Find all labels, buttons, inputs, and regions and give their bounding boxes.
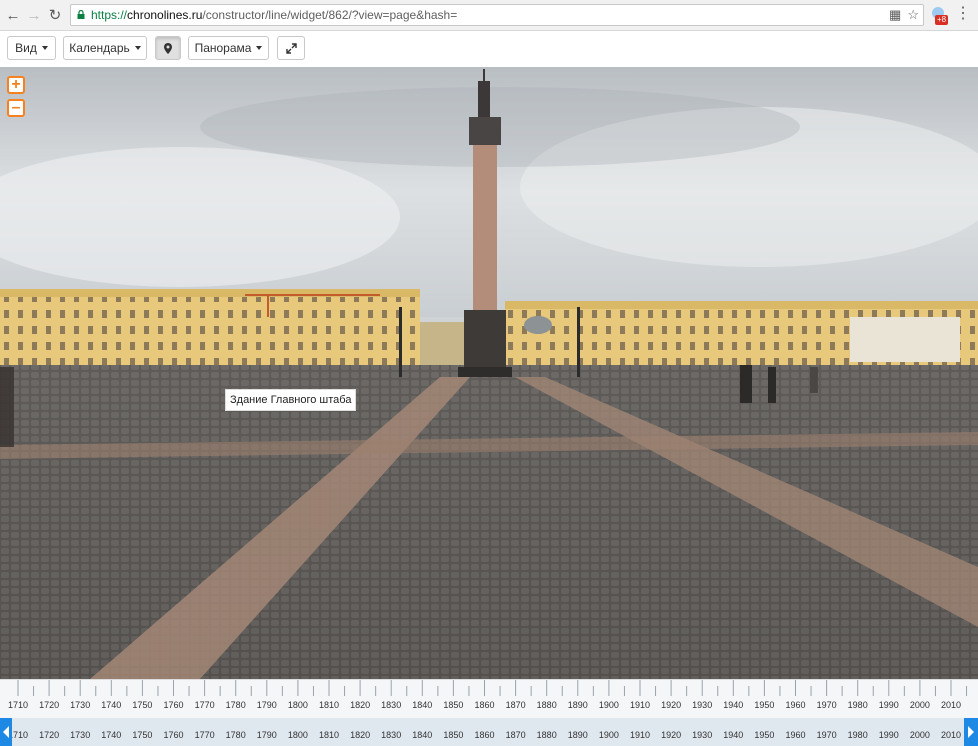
timeline-year-label: 1850 xyxy=(443,700,464,710)
timeline-scroll-year-label: 2000 xyxy=(909,730,930,740)
toolbar: Вид Календарь Панорама xyxy=(0,31,978,67)
map-marker-button[interactable] xyxy=(155,36,181,60)
timeline-scroll-year-label: 1780 xyxy=(225,730,246,740)
timeline-year-label: 1870 xyxy=(505,700,526,710)
timeline-year-label: 1990 xyxy=(878,700,899,710)
timeline-year-label: 1840 xyxy=(412,700,433,710)
timeline-scroll-year-label: 1960 xyxy=(785,730,806,740)
timeline-year-label: 1740 xyxy=(101,700,122,710)
timeline-scroll-year-label: 1890 xyxy=(567,730,588,740)
timeline-year-label: 1770 xyxy=(194,700,215,710)
timeline-year-label: 1710 xyxy=(7,700,29,710)
timeline-scroll-year-label: 1800 xyxy=(287,730,308,740)
timeline-scroll-year-label: 2010 xyxy=(940,730,962,740)
back-icon[interactable]: ← xyxy=(4,6,22,24)
timeline-year-label: 1830 xyxy=(381,700,402,710)
timeline-scroll-right-button[interactable] xyxy=(964,718,978,746)
timeline-scroll-year-label: 1970 xyxy=(816,730,837,740)
view-dropdown-label: Вид xyxy=(15,41,37,55)
bookmark-star-icon[interactable]: ☆ xyxy=(907,7,919,23)
timeline-scroll-year-label: 1770 xyxy=(194,730,215,740)
timeline-year-labels: 1710 1720 1730 1740 1750 1760 1770 1780 1790 1800… xyxy=(0,700,978,714)
panorama-view[interactable]: + – xyxy=(0,67,978,679)
timeline-year-label: 2000 xyxy=(909,700,930,710)
timeline-year-label: 2010 xyxy=(940,700,962,710)
timeline-year-label: 1750 xyxy=(132,700,153,710)
browser-menu-icon[interactable]: ⋮ xyxy=(955,5,971,23)
timeline-scroll-year-label: 1790 xyxy=(256,730,277,740)
timeline-year-label: 1720 xyxy=(39,700,60,710)
zoom-in-button[interactable]: + xyxy=(7,76,25,94)
timeline-scroll-year-label: 1740 xyxy=(101,730,122,740)
timeline-year-label: 1900 xyxy=(598,700,619,710)
translate-icon[interactable]: ▦ xyxy=(889,7,901,23)
fullscreen-button[interactable] xyxy=(277,36,305,60)
timeline-scroll-year-label: 1810 xyxy=(318,730,340,740)
view-dropdown[interactable]: Вид xyxy=(7,36,56,60)
panorama-marker-label[interactable]: Здание Главного штаба xyxy=(225,389,357,411)
panorama-image xyxy=(0,67,978,679)
timeline-scroll-year-label: 1950 xyxy=(754,730,775,740)
forward-icon[interactable]: → xyxy=(25,6,43,24)
timeline-scroll-year-label: 1880 xyxy=(536,730,557,740)
timeline-scroll-year-label: 1760 xyxy=(163,730,184,740)
timeline-scroll-year-label: 1830 xyxy=(381,730,402,740)
arrow-right-icon xyxy=(968,726,974,738)
timeline-year-label: 1960 xyxy=(785,700,806,710)
timeline-scroll-year-label: 1910 xyxy=(629,730,651,740)
timeline-year-label: 1980 xyxy=(847,700,868,710)
timeline-scroll-year-label: 1980 xyxy=(847,730,868,740)
url-text: https://chronolines.ru/constructor/line/… xyxy=(91,8,458,22)
timeline-year-label: 1950 xyxy=(754,700,775,710)
timeline-scroll-year-label: 1750 xyxy=(132,730,153,740)
timeline-year-label: 1920 xyxy=(661,700,682,710)
caret-down-icon xyxy=(134,46,141,50)
browser-bar: ← → ↻ https://chronolines.ru/constructor… xyxy=(0,0,978,31)
calendar-dropdown[interactable]: Календарь xyxy=(63,36,147,60)
timeline-scrollbar[interactable]: 1710 1720 1730 1740 1750 1760 1770 1780 1790 1800… xyxy=(0,718,978,746)
timeline-scroll-year-label: 1930 xyxy=(692,730,713,740)
timeline[interactable]: 1710 1720 1730 1740 1750 1760 1770 1780 1790 1800… xyxy=(0,679,978,746)
timeline-scroll-year-label: 1860 xyxy=(474,730,495,740)
timeline-scroll-year-label: 1900 xyxy=(598,730,619,740)
timeline-scroll-year-label: 1850 xyxy=(443,730,464,740)
calendar-dropdown-label: Календарь xyxy=(69,41,130,55)
timeline-year-label: 1790 xyxy=(256,700,277,710)
address-bar[interactable]: https://chronolines.ru/constructor/line/… xyxy=(70,4,924,26)
timeline-year-label: 1910 xyxy=(629,700,651,710)
lock-icon xyxy=(77,10,85,19)
timeline-year-label: 1810 xyxy=(318,700,340,710)
caret-down-icon xyxy=(41,46,48,50)
fullscreen-icon xyxy=(285,42,297,54)
map-marker-icon xyxy=(164,42,172,54)
timeline-scroll-left-button[interactable] xyxy=(0,718,12,746)
timeline-year-label: 1860 xyxy=(474,700,495,710)
timeline-scroll-year-label: 1940 xyxy=(723,730,744,740)
timeline-year-label: 1930 xyxy=(692,700,713,710)
timeline-year-label: 1730 xyxy=(70,700,91,710)
timeline-year-label: 1890 xyxy=(567,700,588,710)
timeline-year-label: 1820 xyxy=(350,700,371,710)
panorama-dropdown[interactable]: Панорама xyxy=(188,36,269,60)
timeline-scroll-year-label: 1870 xyxy=(505,730,526,740)
timeline-year-label: 1880 xyxy=(536,700,557,710)
timeline-year-label: 1800 xyxy=(287,700,308,710)
timeline-year-label: 1760 xyxy=(163,700,184,710)
timeline-year-label: 1970 xyxy=(816,700,837,710)
timeline-scroll-year-label: 1840 xyxy=(412,730,433,740)
timeline-scroll-year-label: 1920 xyxy=(661,730,682,740)
arrow-left-icon xyxy=(3,726,9,738)
timeline-scroll-year-label: 1730 xyxy=(70,730,91,740)
extension-badge: +8 xyxy=(935,15,949,25)
reload-icon[interactable]: ↻ xyxy=(46,6,64,24)
zoom-out-button[interactable]: – xyxy=(7,99,25,117)
panorama-dropdown-label: Панорама xyxy=(194,41,252,55)
timeline-scroll-year-label: 1990 xyxy=(878,730,899,740)
timeline-year-label: 1940 xyxy=(723,700,744,710)
caret-down-icon xyxy=(256,46,263,50)
timeline-year-label: 1780 xyxy=(225,700,246,710)
timeline-scroll-year-label: 1720 xyxy=(39,730,60,740)
timeline-scroll-year-label: 1820 xyxy=(350,730,371,740)
